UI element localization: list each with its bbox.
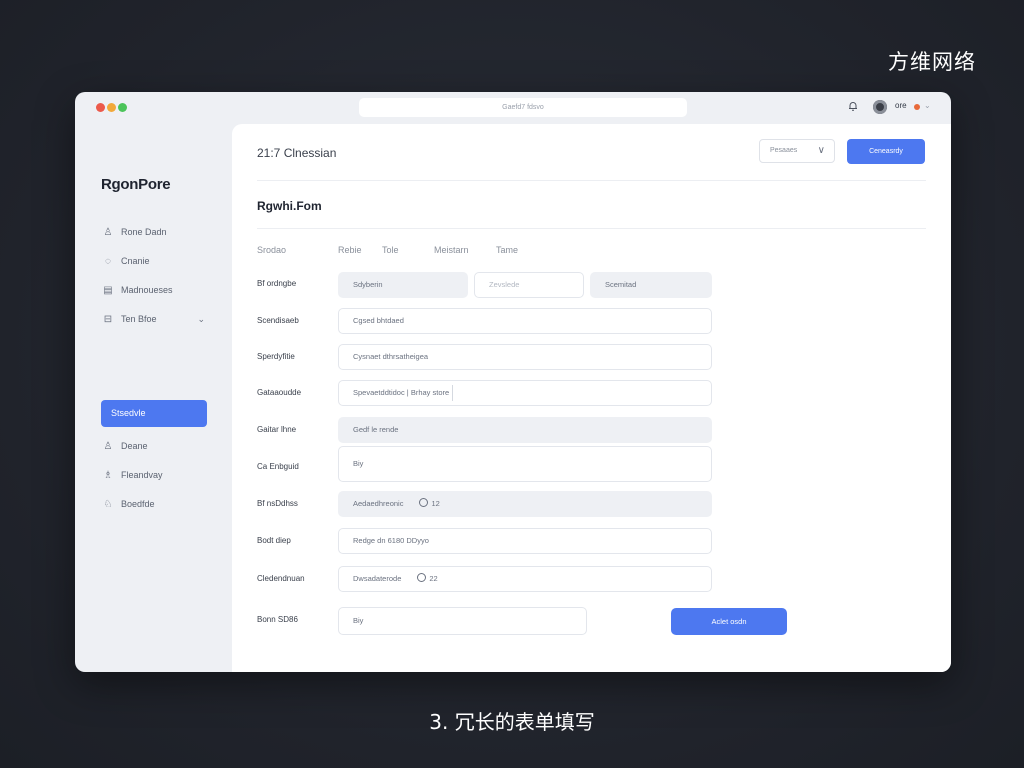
field-label: Bonn SD86 bbox=[257, 615, 298, 624]
chevron-down-icon[interactable]: ⌄ bbox=[924, 101, 931, 110]
document-icon: ▤ bbox=[103, 285, 113, 296]
form-input[interactable]: Aedaedhreonic 12 bbox=[338, 491, 712, 517]
sidebar-item-4[interactable]: ⊟ Ten Bfoe ⌄ bbox=[101, 306, 207, 332]
field-label: Bf ordngbe bbox=[257, 279, 297, 288]
page-title: 21:7 Clnessian bbox=[257, 146, 337, 160]
column-header: Tole bbox=[382, 245, 399, 255]
filter-select-value: Pesaaes bbox=[770, 147, 798, 154]
column-header: Rebie bbox=[338, 245, 362, 255]
bell-icon[interactable] bbox=[847, 100, 859, 112]
avatar[interactable] bbox=[873, 100, 887, 114]
maximize-window-button[interactable] bbox=[118, 103, 127, 112]
field-label: Scendisaeb bbox=[257, 316, 299, 325]
brand-logo-text: 方维网络 bbox=[888, 50, 976, 74]
sidebar-item-label: Deane bbox=[121, 441, 148, 451]
field-suffix-value: 22 bbox=[429, 574, 438, 583]
minimize-window-button[interactable] bbox=[107, 103, 116, 112]
chat-icon: ◌ bbox=[105, 256, 111, 267]
user-name[interactable]: ore bbox=[895, 101, 907, 110]
submit-button[interactable]: Aclet osdn bbox=[671, 608, 787, 635]
folder-icon: ⊟ bbox=[103, 314, 113, 325]
form-input[interactable]: Scemitad bbox=[590, 272, 712, 298]
form-input[interactable]: Dwsadaterode 22 bbox=[338, 566, 712, 592]
slide-caption: 3. 冗长的表单填写 bbox=[429, 710, 595, 734]
form-input[interactable]: Cysnaet dthrsatheigea bbox=[338, 344, 712, 370]
form-input[interactable]: Spevaetddtidoc | Brhay store bbox=[338, 380, 712, 406]
sidebar-item-2[interactable]: ◌ Cnanie bbox=[101, 248, 207, 274]
sidebar-item-label: Boedfde bbox=[121, 499, 155, 509]
form-input[interactable]: Redge dn 6180 DDyyo bbox=[338, 528, 712, 554]
group-icon: ♗ bbox=[103, 470, 113, 481]
primary-action-button[interactable]: Ceneasrdy bbox=[847, 139, 925, 164]
field-suffix: 22 bbox=[417, 567, 438, 591]
column-header: Tame bbox=[496, 245, 519, 255]
filter-select[interactable]: Pesaaes ∨ bbox=[759, 139, 835, 163]
form-divider bbox=[257, 228, 926, 229]
sidebar-item-label: Fleandvay bbox=[121, 470, 163, 480]
field-value: Dwsadaterode bbox=[353, 574, 402, 583]
presentation-slide: 方维网络 Gaefd7 fdsvo ore ⌄ RgonPore ♙ Rone D… bbox=[0, 0, 1024, 768]
form-input[interactable]: Zevslede bbox=[474, 272, 584, 298]
address-bar[interactable]: Gaefd7 fdsvo bbox=[359, 98, 687, 117]
form-input[interactable]: Cgsed bhtdaed bbox=[338, 308, 712, 334]
chevron-down-icon: ⌄ bbox=[197, 314, 205, 324]
sidebar-item-7[interactable]: ♗ Fleandvay bbox=[101, 462, 207, 488]
field-label: Sperdyfitie bbox=[257, 352, 295, 361]
sidebar-item-label: Cnanie bbox=[121, 256, 150, 266]
sidebar-item-label: Madnoueses bbox=[121, 285, 173, 295]
field-label: Ca Enbguid bbox=[257, 462, 299, 471]
user-icon: ♙ bbox=[103, 441, 113, 452]
sidebar: RgonPore ♙ Rone Dadn ◌ Cnanie ▤ Madnoueses … bbox=[75, 124, 232, 672]
field-value: Spevaetddtidoc | Brhay store bbox=[353, 388, 450, 397]
form-input[interactable]: Gedf le rende bbox=[338, 417, 712, 443]
sidebar-item-label: Ten Bfoe bbox=[121, 314, 157, 324]
field-suffix: 12 bbox=[419, 492, 440, 516]
clock-icon bbox=[417, 573, 427, 582]
form-input[interactable]: Sdyberin bbox=[338, 272, 468, 298]
chevron-down-icon: ∨ bbox=[817, 145, 825, 156]
sidebar-item-1[interactable]: ♙ Rone Dadn bbox=[101, 219, 207, 245]
app-window: Gaefd7 fdsvo ore ⌄ RgonPore ♙ Rone Dadn ◌… bbox=[75, 92, 951, 672]
field-divider bbox=[452, 385, 454, 402]
field-value: Aedaedhreonic bbox=[353, 499, 404, 508]
titlebar: Gaefd7 fdsvo ore ⌄ bbox=[75, 92, 951, 124]
field-label: Bodt diep bbox=[257, 536, 291, 545]
sidebar-item-label: Rone Dadn bbox=[121, 227, 167, 237]
main-content: 21:7 Clnessian Pesaaes ∨ Ceneasrdy Rgwhi… bbox=[232, 124, 951, 672]
sidebar-item-6[interactable]: ♙ Deane bbox=[101, 433, 207, 459]
field-label: Cledendnuan bbox=[257, 574, 305, 583]
close-window-button[interactable] bbox=[96, 103, 105, 112]
field-label: Bf nsDdhss bbox=[257, 499, 298, 508]
form-textarea[interactable]: Biy bbox=[338, 446, 712, 482]
notification-dot bbox=[914, 104, 920, 110]
field-label: Gataaoudde bbox=[257, 388, 302, 397]
form-title: Rgwhi.Fom bbox=[257, 199, 322, 213]
sidebar-item-active[interactable]: Stsedvle bbox=[101, 400, 207, 427]
sidebar-item-8[interactable]: ♘ Boedfde bbox=[101, 491, 207, 517]
field-label: Gaitar lhne bbox=[257, 425, 297, 434]
column-header: Meistarn bbox=[434, 245, 469, 255]
field-suffix-value: 12 bbox=[431, 499, 440, 508]
column-header: Srodao bbox=[257, 245, 287, 255]
settings-icon: ♘ bbox=[103, 499, 113, 510]
app-name: RgonPore bbox=[101, 176, 171, 193]
user-icon: ♙ bbox=[103, 227, 113, 238]
header-divider bbox=[257, 180, 926, 181]
form-input[interactable]: Biy bbox=[338, 607, 587, 635]
clock-icon bbox=[419, 498, 429, 507]
sidebar-item-3[interactable]: ▤ Madnoueses bbox=[101, 277, 207, 303]
sidebar-item-label: Stsedvle bbox=[111, 408, 146, 418]
